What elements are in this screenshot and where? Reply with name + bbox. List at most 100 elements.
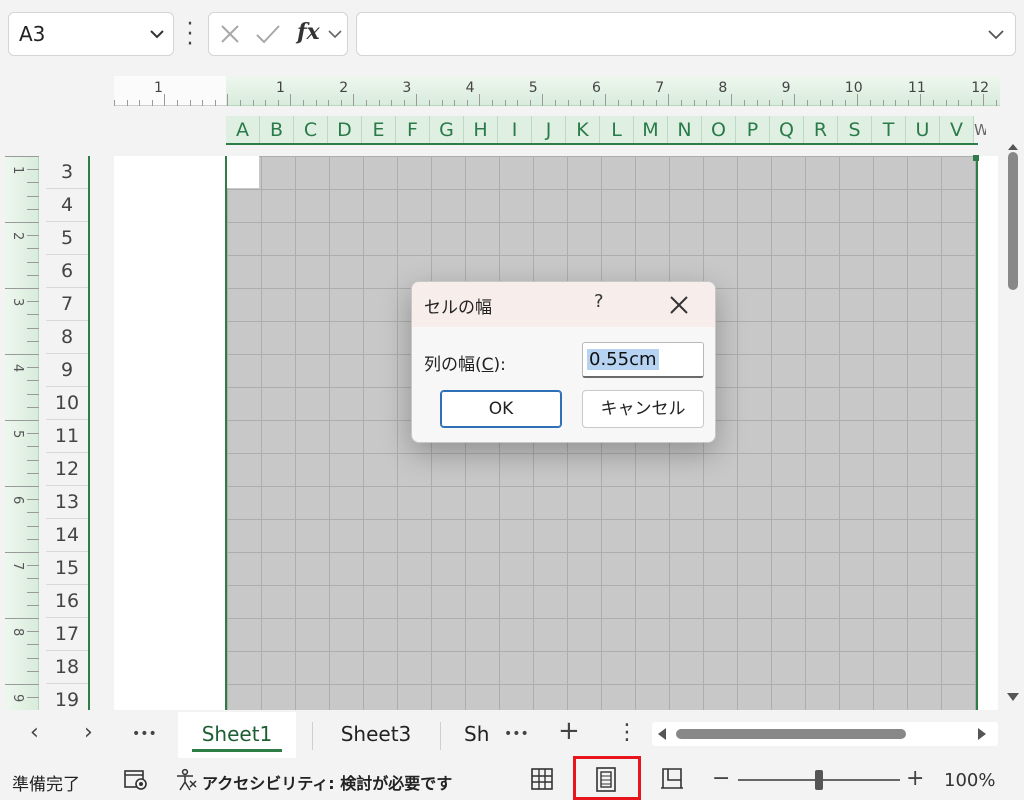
column-width-dialog: セルの幅 ? 列の幅(C): 0.55cm OK キャンセル bbox=[411, 281, 716, 443]
chevron-down-icon[interactable] bbox=[149, 27, 165, 41]
scroll-up-icon[interactable] bbox=[1008, 144, 1018, 150]
ruler-tick bbox=[655, 100, 657, 106]
zoom-slider-thumb[interactable] bbox=[815, 770, 823, 790]
more-sheets-button[interactable]: ••• bbox=[132, 726, 157, 742]
row-header-17[interactable]: 17 bbox=[46, 618, 88, 651]
column-header-i[interactable]: I bbox=[498, 116, 532, 144]
row-header-12[interactable]: 12 bbox=[46, 453, 88, 486]
accessibility-icon[interactable] bbox=[174, 768, 198, 792]
zoom-out-button[interactable]: − bbox=[712, 766, 730, 791]
normal-view-icon[interactable] bbox=[530, 766, 554, 792]
ruler-number: 2 bbox=[10, 232, 25, 241]
ruler-tick bbox=[555, 100, 556, 106]
row-header-9[interactable]: 9 bbox=[46, 354, 88, 387]
check-icon[interactable] bbox=[255, 23, 281, 45]
zoom-in-button[interactable]: + bbox=[906, 766, 924, 791]
row-header-8[interactable]: 8 bbox=[46, 321, 88, 354]
page-break-view-icon[interactable] bbox=[660, 766, 684, 792]
column-header-b[interactable]: B bbox=[260, 116, 294, 144]
column-header-n[interactable]: N bbox=[668, 116, 702, 144]
help-button[interactable]: ? bbox=[594, 291, 604, 312]
accessibility-status[interactable]: アクセシビリティ: 検討が必要です bbox=[202, 770, 452, 794]
scroll-left-icon[interactable] bbox=[658, 728, 666, 740]
prev-sheet-button[interactable]: ‹ bbox=[30, 720, 39, 745]
cancel-button[interactable]: キャンセル bbox=[582, 390, 704, 428]
column-header-w[interactable]: W bbox=[974, 116, 986, 144]
row-header-10[interactable]: 10 bbox=[46, 387, 88, 420]
ruler-tick bbox=[718, 100, 720, 106]
row-header-3[interactable]: 3 bbox=[46, 156, 88, 189]
row-header-14[interactable]: 14 bbox=[46, 519, 88, 552]
ruler-tick bbox=[5, 684, 39, 685]
row-header-11[interactable]: 11 bbox=[46, 420, 88, 453]
active-cell[interactable] bbox=[227, 156, 259, 188]
ruler-tick bbox=[189, 100, 191, 106]
column-header-c[interactable]: C bbox=[294, 116, 328, 144]
row-header-13[interactable]: 13 bbox=[46, 486, 88, 519]
ruler-tick bbox=[832, 100, 834, 106]
more-sheets-button-2[interactable]: ••• bbox=[504, 726, 529, 742]
ruler-tick bbox=[731, 94, 733, 106]
ruler-tick bbox=[27, 499, 39, 501]
tab-sheet3[interactable]: Sheet3 bbox=[316, 712, 436, 758]
ruler-number: 4 bbox=[465, 80, 475, 96]
vertical-scrollbar[interactable] bbox=[1002, 140, 1024, 710]
column-header-t[interactable]: T bbox=[872, 116, 906, 144]
column-header-d[interactable]: D bbox=[328, 116, 362, 144]
column-header-p[interactable]: P bbox=[736, 116, 770, 144]
column-header-a[interactable]: A bbox=[226, 116, 260, 144]
ruler-tick bbox=[769, 100, 771, 106]
column-header-e[interactable]: E bbox=[362, 116, 396, 144]
column-header-u[interactable]: U bbox=[906, 116, 940, 144]
horizontal-scrollbar[interactable] bbox=[652, 722, 998, 746]
ruler-tick bbox=[27, 261, 39, 263]
next-sheet-button[interactable]: › bbox=[84, 720, 93, 745]
close-icon[interactable] bbox=[668, 294, 690, 316]
ruler-tick bbox=[933, 100, 934, 106]
ruler-tick bbox=[958, 100, 960, 106]
column-header-h[interactable]: H bbox=[464, 116, 498, 144]
horizontal-scroll-thumb[interactable] bbox=[676, 729, 906, 739]
column-header-l[interactable]: L bbox=[600, 116, 634, 144]
column-width-input[interactable]: 0.55cm bbox=[582, 342, 704, 378]
scroll-right-icon[interactable] bbox=[978, 728, 986, 740]
vertical-scroll-thumb[interactable] bbox=[1008, 152, 1018, 290]
column-header-q[interactable]: Q bbox=[770, 116, 804, 144]
ruler-tick bbox=[164, 94, 166, 106]
column-header-j[interactable]: J bbox=[532, 116, 566, 144]
formula-input[interactable] bbox=[356, 12, 1016, 56]
column-header-k[interactable]: K bbox=[566, 116, 600, 144]
row-header-18[interactable]: 18 bbox=[46, 651, 88, 684]
chevron-down-icon[interactable] bbox=[327, 28, 343, 40]
row-header-7[interactable]: 7 bbox=[46, 288, 88, 321]
column-header-s[interactable]: S bbox=[838, 116, 872, 144]
row-header-15[interactable]: 15 bbox=[46, 552, 88, 585]
name-box[interactable]: A3 bbox=[8, 12, 174, 56]
scroll-down-icon[interactable] bbox=[1007, 693, 1019, 701]
formula-bar-options-icon[interactable]: · · · bbox=[186, 14, 194, 56]
row-header-4[interactable]: 4 bbox=[46, 189, 88, 222]
row-header-6[interactable]: 6 bbox=[46, 255, 88, 288]
ok-button[interactable]: OK bbox=[440, 390, 562, 428]
ruler-tick bbox=[340, 100, 342, 106]
sheet-menu-button[interactable]: ⋮ bbox=[616, 720, 638, 745]
column-header-g[interactable]: G bbox=[430, 116, 464, 144]
add-sheet-button[interactable]: + bbox=[558, 716, 580, 746]
insert-function-button[interactable]: fx bbox=[297, 19, 320, 45]
macro-record-icon[interactable] bbox=[124, 769, 148, 791]
chevron-down-icon[interactable] bbox=[987, 27, 1005, 41]
row-header-16[interactable]: 16 bbox=[46, 585, 88, 618]
ruler-tick bbox=[27, 591, 39, 593]
column-header-v[interactable]: V bbox=[940, 116, 974, 144]
tab-sheet1[interactable]: Sheet1 bbox=[178, 712, 296, 758]
fill-handle[interactable] bbox=[973, 155, 979, 161]
row-header-5[interactable]: 5 bbox=[46, 222, 88, 255]
zoom-level[interactable]: 100% bbox=[944, 770, 995, 791]
column-header-f[interactable]: F bbox=[396, 116, 430, 144]
tab-sh[interactable]: Sh bbox=[452, 712, 496, 758]
column-header-m[interactable]: M bbox=[634, 116, 668, 144]
cancel-x-icon[interactable] bbox=[219, 23, 241, 45]
ruler-tick bbox=[857, 94, 859, 106]
column-header-r[interactable]: R bbox=[804, 116, 838, 144]
column-header-o[interactable]: O bbox=[702, 116, 736, 144]
